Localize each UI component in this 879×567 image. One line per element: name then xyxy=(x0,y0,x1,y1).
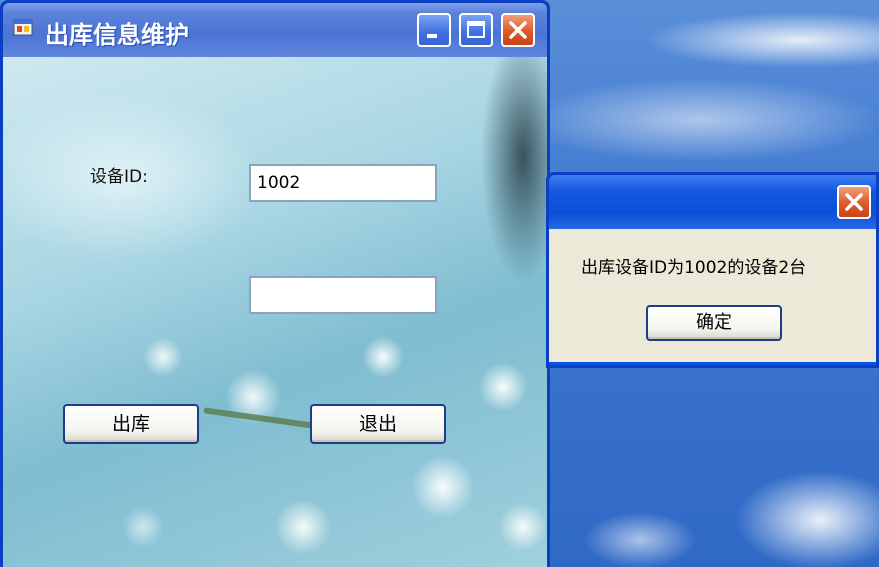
exit-button[interactable]: 退出 xyxy=(310,404,446,444)
message-dialog: 出库设备ID为1002的设备2台 确定 xyxy=(546,172,879,368)
app-icon xyxy=(13,19,33,36)
device-id-label: 设备ID: xyxy=(90,167,148,187)
title-bar[interactable]: 出库信息维护 xyxy=(3,3,547,57)
close-button[interactable] xyxy=(501,13,535,47)
dialog-close-button[interactable] xyxy=(837,185,871,219)
quantity-input[interactable] xyxy=(249,276,437,314)
close-icon xyxy=(509,21,527,39)
dialog-title-bar[interactable] xyxy=(549,175,876,229)
maximize-icon xyxy=(467,21,485,38)
minimize-button[interactable] xyxy=(417,13,451,47)
stock-out-button[interactable]: 出库 xyxy=(63,404,199,444)
maximize-button[interactable] xyxy=(459,13,493,47)
ok-button[interactable]: 确定 xyxy=(646,305,782,341)
dialog-body: 出库设备ID为1002的设备2台 确定 xyxy=(549,229,876,362)
minimize-icon xyxy=(427,34,437,38)
device-id-input[interactable] xyxy=(249,164,437,202)
close-icon xyxy=(845,193,863,211)
window-title: 出库信息维护 xyxy=(45,21,189,49)
dialog-message: 出库设备ID为1002的设备2台 xyxy=(581,258,807,278)
